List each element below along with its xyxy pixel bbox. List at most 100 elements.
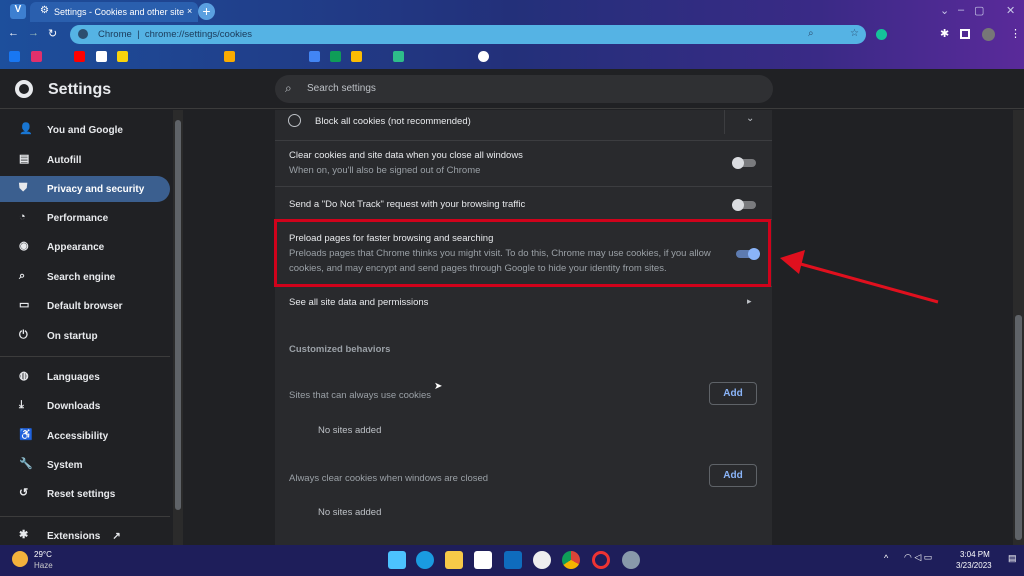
sidepanel-icon[interactable] bbox=[960, 29, 970, 39]
edge-icon[interactable] bbox=[416, 551, 434, 569]
chevron-down-icon[interactable]: ⌄ bbox=[746, 113, 754, 124]
maximize-button[interactable]: ▢ bbox=[974, 4, 984, 17]
sidebar-item-label: Reset settings bbox=[47, 489, 116, 500]
chrome-logo-icon bbox=[15, 80, 33, 98]
star-icon[interactable]: ☆ bbox=[850, 28, 859, 39]
tab-settings[interactable]: Settings - Cookies and other site bbox=[30, 2, 198, 22]
forward-icon[interactable]: → bbox=[28, 27, 39, 39]
clock-time[interactable]: 3:04 PM bbox=[960, 550, 990, 559]
setting-title: Send a "Do Not Track" request with your … bbox=[289, 199, 526, 210]
divider bbox=[0, 516, 170, 517]
setting-title: Clear cookies and site data when you clo… bbox=[289, 150, 523, 161]
sidebar-item-on-startup[interactable]: ⏻ On startup bbox=[0, 323, 170, 349]
empty-list-text: No sites added bbox=[318, 425, 382, 436]
sidebar-item-languages[interactable]: ◍ Languages bbox=[0, 364, 170, 390]
sidebar-scrollbar[interactable] bbox=[173, 110, 183, 545]
sidebar-item-system[interactable]: 🔧 System bbox=[0, 452, 170, 478]
shield-icon: ⛊ bbox=[19, 182, 28, 194]
person-icon: 👤 bbox=[19, 123, 33, 135]
external-link-icon: ↗ bbox=[112, 531, 121, 542]
sidebar-item-appearance[interactable]: ◉ Appearance bbox=[0, 234, 170, 260]
sidebar-item-label: System bbox=[47, 460, 83, 471]
sidebar-item-autofill[interactable]: ▤ Autofill bbox=[0, 147, 170, 173]
cookies-card: Block all cookies (not recommended) ⌄ Cl… bbox=[275, 110, 772, 545]
bookmark-facebook-icon[interactable] bbox=[9, 51, 20, 62]
start-icon[interactable] bbox=[388, 551, 406, 569]
arrow-head bbox=[780, 250, 805, 274]
tab-title: Settings - Cookies and other site bbox=[54, 7, 185, 17]
bookmark-amazon-icon[interactable] bbox=[96, 51, 107, 62]
bookmark-sheets-icon[interactable] bbox=[330, 51, 341, 62]
minimize-icon[interactable]: ⌄ bbox=[940, 4, 949, 17]
block-all-cookies-row[interactable]: Block all cookies (not recommended) ⌄ bbox=[275, 110, 772, 140]
search-placeholder: Search settings bbox=[307, 83, 376, 94]
sidebar-item-default-browser[interactable]: ▭ Default browser bbox=[0, 293, 170, 319]
grammarly-icon[interactable] bbox=[876, 29, 887, 40]
store-icon[interactable] bbox=[474, 551, 492, 569]
clock-date[interactable]: 3/23/2023 bbox=[956, 561, 992, 570]
notification-icon[interactable]: ▤ bbox=[1008, 553, 1017, 564]
add-always-use-button[interactable]: Add bbox=[709, 382, 757, 405]
back-icon[interactable]: ← bbox=[8, 27, 19, 39]
zoom-icon[interactable]: ⌕ bbox=[808, 28, 814, 39]
gear-icon: ⚙ bbox=[40, 5, 49, 16]
address-bar[interactable]: Chrome | chrome://settings/cookies bbox=[70, 25, 866, 44]
power-icon: ⏻ bbox=[19, 329, 28, 341]
settings-taskbar-icon[interactable] bbox=[622, 551, 640, 569]
weather-icon[interactable] bbox=[12, 551, 28, 567]
app-icon[interactable] bbox=[592, 551, 610, 569]
setting-subtitle: When on, you'll also be signed out of Ch… bbox=[289, 165, 481, 176]
clear-on-close-toggle[interactable] bbox=[732, 157, 756, 169]
extensions-icon[interactable]: ✱ bbox=[940, 27, 949, 40]
temperature: 29°C bbox=[34, 550, 52, 559]
mouse-cursor: ➤ bbox=[434, 381, 443, 392]
file-explorer-icon[interactable] bbox=[445, 551, 463, 569]
sidebar-item-privacy-and-security[interactable]: ⛊ Privacy and security bbox=[0, 176, 170, 202]
slack-icon[interactable] bbox=[533, 551, 551, 569]
minimize-button[interactable]: – bbox=[958, 4, 964, 16]
speedometer-icon: ◔ bbox=[19, 211, 26, 223]
main-scrollbar[interactable] bbox=[1013, 110, 1024, 545]
bookmark-analytics-icon[interactable] bbox=[224, 51, 235, 62]
puzzle-icon: ✱ bbox=[19, 529, 29, 541]
bookmark-google-icon[interactable] bbox=[478, 51, 489, 62]
sidebar-item-performance[interactable]: ◔ Performance bbox=[0, 205, 170, 231]
chrome-taskbar-icon[interactable] bbox=[562, 551, 580, 569]
sidebar-item-downloads[interactable]: ⤓ Downloads bbox=[0, 393, 170, 419]
new-tab-button[interactable]: + bbox=[198, 3, 215, 20]
url-text: chrome://settings/cookies bbox=[144, 29, 253, 40]
palette-icon: ◉ bbox=[19, 240, 29, 252]
search-input[interactable]: Search settings bbox=[275, 75, 773, 103]
section-label: Sites that can always use cookies bbox=[289, 390, 432, 401]
sidebar-item-accessibility[interactable]: ♿ Accessibility bbox=[0, 423, 170, 449]
divider bbox=[0, 356, 170, 357]
chevron-up-icon[interactable]: ^ bbox=[884, 553, 888, 563]
reload-icon[interactable]: ↻ bbox=[48, 27, 57, 40]
add-always-clear-button[interactable]: Add bbox=[709, 464, 757, 487]
block-all-label: Block all cookies (not recommended) bbox=[315, 116, 471, 127]
radio-button[interactable] bbox=[288, 114, 301, 127]
bookmark-icon[interactable] bbox=[117, 51, 128, 62]
do-not-track-row[interactable]: Send a "Do Not Track" request with your … bbox=[275, 186, 772, 219]
app-icon: V bbox=[10, 4, 26, 19]
sidebar-item-search-engine[interactable]: ⌕ Search engine bbox=[0, 264, 170, 290]
sidebar-item-reset-settings[interactable]: ↺ Reset settings bbox=[0, 481, 170, 507]
annotation-arrow bbox=[780, 250, 939, 304]
search-icon: ⌕ bbox=[19, 270, 26, 282]
bookmark-icon[interactable] bbox=[393, 51, 404, 62]
avatar[interactable] bbox=[982, 28, 995, 41]
clear-on-close-row[interactable]: Clear cookies and site data when you clo… bbox=[275, 140, 772, 186]
weather-text: Haze bbox=[34, 561, 53, 570]
bookmark-drive-icon[interactable] bbox=[351, 51, 362, 62]
tab-close-icon[interactable]: × bbox=[187, 6, 192, 16]
sidebar-item-you-and-google[interactable]: 👤 You and Google bbox=[0, 117, 170, 143]
close-window-button[interactable]: ✕ bbox=[1006, 4, 1015, 17]
outlook-icon[interactable] bbox=[504, 551, 522, 569]
wifi-icon[interactable]: ◠ ◁ ▭ bbox=[904, 552, 932, 563]
bookmark-youtube-icon[interactable] bbox=[74, 51, 85, 62]
do-not-track-toggle[interactable] bbox=[732, 199, 756, 211]
bookmark-instagram-icon[interactable] bbox=[31, 51, 42, 62]
menu-icon[interactable]: ⋮ bbox=[1010, 27, 1021, 40]
bookmark-docs-icon[interactable] bbox=[309, 51, 320, 62]
see-all-site-data-row[interactable]: See all site data and permissions ▸ bbox=[275, 286, 772, 316]
